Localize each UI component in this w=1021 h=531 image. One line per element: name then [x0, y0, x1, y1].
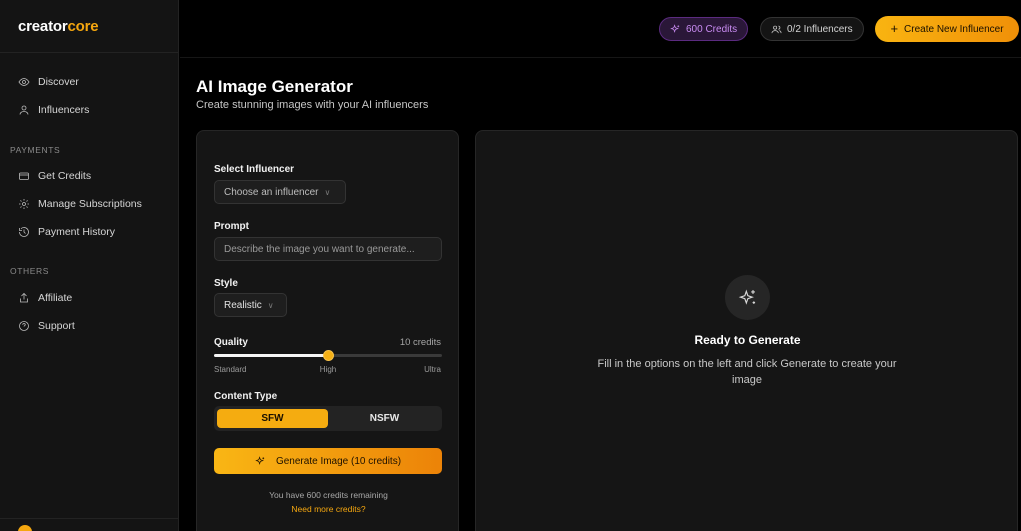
ready-description: Fill in the options on the left and clic… [597, 358, 897, 386]
sidebar-item-influencers[interactable]: Influencers [18, 100, 89, 120]
create-new-influencer-button[interactable]: + Create New Influencer [875, 16, 1019, 42]
preview-panel: Ready to Generate Fill in the options on… [475, 130, 1018, 531]
content-type-sfw[interactable]: SFW [217, 409, 328, 428]
quality-tick-high: High [319, 365, 337, 374]
ready-title: Ready to Generate [694, 333, 801, 347]
share-icon [20, 292, 28, 303]
sidebar-item-label: Get Credits [38, 170, 92, 182]
influencer-select[interactable]: Choose an influencer ∨ [214, 180, 346, 204]
page-title: AI Image Generator [196, 77, 353, 96]
sidebar-divider [0, 52, 179, 53]
sidebar-item-label: Affiliate [38, 292, 73, 304]
section-label-payments: PAYMENTS [10, 145, 61, 155]
brand-logo-part1: creator [18, 18, 68, 35]
prompt-input[interactable] [214, 237, 442, 261]
credit-card-icon [19, 172, 29, 180]
help-circle-icon [19, 321, 29, 331]
sparkles-icon [670, 23, 680, 33]
prompt-label: Prompt [214, 221, 249, 232]
generate-image-button[interactable]: Generate Image (10 credits) [214, 448, 442, 474]
quality-tick-standard: Standard [214, 365, 247, 374]
brand-logo[interactable]: creatorcore [18, 18, 99, 35]
sidebar-item-label: Influencers [38, 104, 90, 116]
credits-badge[interactable]: 600 Credits [659, 17, 749, 41]
plus-icon: + [890, 21, 899, 36]
sidebar-item-get-credits[interactable]: Get Credits [18, 166, 91, 186]
sidebar-item-label: Payment History [38, 226, 116, 238]
top-bar: 600 Credits 0/2 Influencers + Create New… [180, 0, 1021, 58]
sidebar-item-label: Manage Subscriptions [38, 198, 142, 210]
user-icon [19, 105, 29, 115]
sidebar: creatorcore Discover Influencers PAYMENT… [0, 0, 179, 531]
quality-slider-fill [214, 354, 328, 357]
gear-icon [19, 199, 29, 209]
sidebar-item-manage-subscriptions[interactable]: Manage Subscriptions [18, 194, 142, 214]
eye-icon [18, 78, 30, 86]
quality-slider[interactable] [214, 350, 442, 361]
content-type-nsfw[interactable]: NSFW [329, 409, 440, 428]
sidebar-item-payment-history[interactable]: Payment History [18, 222, 115, 242]
select-influencer-label: Select Influencer [214, 164, 295, 175]
quality-credits: 10 credits [399, 337, 441, 348]
influencers-badge[interactable]: 0/2 Influencers [760, 17, 864, 41]
sparkles-icon [738, 289, 755, 305]
style-select[interactable]: Realistic ∨ [214, 293, 287, 317]
sidebar-footer-divider [0, 518, 179, 519]
users-icon [771, 25, 782, 33]
section-label-others: OTHERS [10, 266, 50, 276]
create-new-influencer-label: Create New Influencer [904, 23, 1004, 35]
influencer-select-value: Choose an influencer [224, 186, 319, 198]
need-more-credits-link[interactable]: Need more credits? [197, 504, 460, 514]
generator-form: Select Influencer Choose an influencer ∨… [196, 130, 459, 531]
generate-image-label: Generate Image (10 credits) [275, 455, 402, 467]
style-select-value: Realistic [224, 299, 262, 311]
quality-tick-ultra: Ultra [424, 365, 441, 374]
sidebar-item-support[interactable]: Support [18, 316, 75, 336]
sparkles-icon [255, 455, 265, 465]
sidebar-item-discover[interactable]: Discover [18, 72, 79, 92]
chevron-down-icon: ∨ [324, 187, 331, 197]
preview-icon-circle [725, 275, 770, 320]
credits-badge-label: 600 Credits [686, 23, 738, 35]
history-icon [19, 227, 29, 237]
page-subtitle: Create stunning images with your AI infl… [196, 99, 429, 111]
content-type-label: Content Type [214, 391, 278, 402]
chevron-down-icon: ∨ [267, 300, 274, 310]
sidebar-item-affiliate[interactable]: Affiliate [18, 288, 72, 308]
quality-slider-thumb[interactable] [323, 350, 334, 361]
sidebar-item-label: Support [38, 320, 75, 332]
content-type-toggle: SFW NSFW [214, 406, 442, 431]
quality-label: Quality [214, 337, 248, 348]
avatar[interactable] [18, 525, 32, 531]
influencers-badge-label: 0/2 Influencers [787, 23, 853, 35]
sidebar-item-label: Discover [38, 76, 79, 88]
brand-logo-part2: core [67, 18, 99, 35]
remaining-credits-text: You have 600 credits remaining [269, 490, 388, 500]
style-label: Style [214, 278, 238, 289]
